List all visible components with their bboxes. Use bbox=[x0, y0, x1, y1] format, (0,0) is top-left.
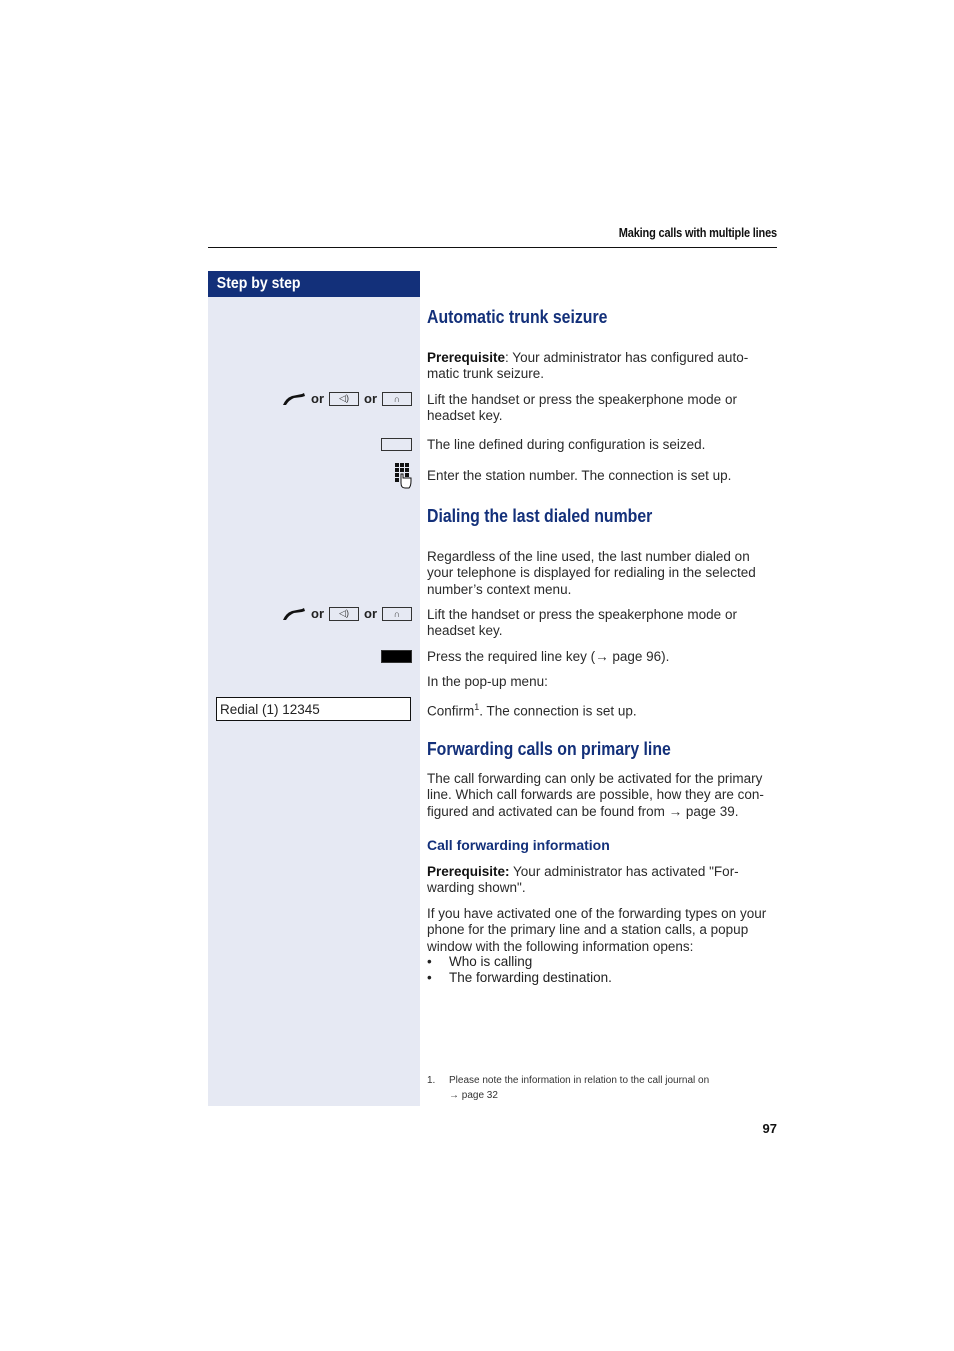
or-label: or bbox=[364, 606, 377, 621]
forwarding-intro: The call forwarding can only be activate… bbox=[427, 771, 764, 819]
section-title: Making calls with multiple lines bbox=[618, 226, 777, 240]
speaker-key-icon[interactable]: ◁) bbox=[329, 391, 359, 406]
prerequisite-label: Prerequisite bbox=[427, 350, 506, 365]
header-divider bbox=[208, 247, 777, 248]
confirm-rest: . The connection is set up. bbox=[479, 703, 637, 719]
last-dialed-step-4: Confirm1. The connection is set up. bbox=[427, 699, 782, 720]
heading-forwarding-primary-line: Forwarding calls on primary line bbox=[427, 739, 671, 759]
auto-trunk-step-1: Lift the handset or press the speakerpho… bbox=[427, 392, 737, 424]
or-label: or bbox=[311, 391, 324, 406]
bullet-text: The forwarding destination. bbox=[449, 970, 612, 985]
auto-trunk-step-3: Enter the station number. The connection… bbox=[427, 468, 732, 483]
handset-or-speaker-or-headset: or ◁) or ∩ bbox=[282, 391, 412, 406]
bullet-item: • Who is calling bbox=[427, 954, 533, 969]
line-key-icon[interactable] bbox=[381, 438, 412, 451]
auto-trunk-step-2: The line defined during configuration is… bbox=[427, 437, 706, 452]
redial-menu-item[interactable]: Redial (1) 12345 bbox=[216, 697, 411, 721]
confirm-text: Confirm bbox=[427, 703, 475, 719]
or-label: or bbox=[311, 606, 324, 621]
footnote-number: 1. bbox=[427, 1075, 436, 1086]
headset-key-icon[interactable]: ∩ bbox=[382, 606, 412, 621]
or-label: or bbox=[364, 391, 377, 406]
speaker-key-icon[interactable]: ◁) bbox=[329, 606, 359, 621]
heading-automatic-trunk-seizure: Automatic trunk seizure bbox=[427, 307, 608, 327]
sidebar-heading: Step by step bbox=[208, 271, 420, 297]
prerequisite-label: Prerequisite: bbox=[427, 864, 510, 879]
footnote: 1. Please note the information in relatio… bbox=[427, 1073, 709, 1103]
line-key-pressed-icon[interactable] bbox=[381, 650, 412, 663]
footnote-text: Please note the information in relation … bbox=[449, 1075, 710, 1086]
keypad-icon bbox=[395, 463, 412, 489]
bullet-text: Who is calling bbox=[449, 954, 533, 969]
last-dialed-step-3: In the pop-up menu: bbox=[427, 674, 548, 689]
headset-key-icon[interactable]: ∩ bbox=[382, 391, 412, 406]
sidebar-heading-text: Step by step bbox=[216, 275, 301, 292]
handset-or-speaker-or-headset: or ◁) or ∩ bbox=[282, 606, 412, 621]
last-dialed-intro: Regardless of the line used, the last nu… bbox=[427, 549, 756, 597]
footnote-page-link[interactable]: → page 32 bbox=[449, 1090, 498, 1101]
bullet-item: • The forwarding destination. bbox=[427, 970, 612, 985]
auto-trunk-prerequisite: Prerequisite: Your administrator has con… bbox=[427, 350, 772, 383]
last-dialed-step-2: Press the required line key (→ page 96). bbox=[427, 649, 670, 664]
handset-lift-icon bbox=[283, 607, 305, 620]
handset-lift-icon bbox=[283, 392, 305, 405]
page-number: 97 bbox=[762, 1121, 777, 1136]
forwarding-body: If you have activated one of the forward… bbox=[427, 906, 767, 954]
forwarding-prerequisite: Prerequisite: Your administrator has act… bbox=[427, 864, 767, 897]
subheading-call-forwarding-information: Call forwarding information bbox=[427, 837, 610, 853]
heading-dialing-last-dialed: Dialing the last dialed number bbox=[427, 506, 653, 526]
last-dialed-step-1: Lift the handset or press the speakerpho… bbox=[427, 607, 737, 639]
